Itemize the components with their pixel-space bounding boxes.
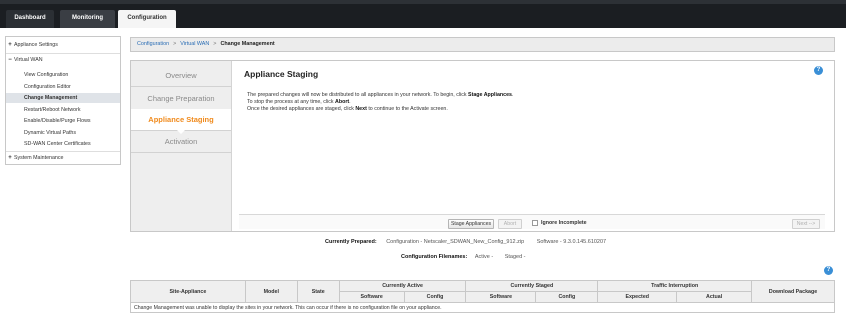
tree-item-flows[interactable]: Enable/Disable/Purge Flows xyxy=(6,116,120,126)
step-appliance-staging[interactable]: Appliance Staging xyxy=(131,109,231,134)
staging-action-bar: Stage Appliances Abort Ignore Incomplete… xyxy=(239,214,825,229)
ignore-incomplete-checkbox[interactable] xyxy=(532,220,538,226)
tree-item-center-certificates[interactable]: SD-WAN Center Certificates xyxy=(6,139,120,149)
change-management-panel: Overview Change Preparation Appliance St… xyxy=(130,60,835,232)
table-row: Change Management was unable to display … xyxy=(130,302,835,313)
breadcrumb-separator: > xyxy=(173,41,177,47)
top-nav-edge xyxy=(0,0,846,4)
help-icon[interactable]: ? xyxy=(824,266,833,275)
tab-monitoring[interactable]: Monitoring xyxy=(60,10,115,28)
col-state[interactable]: State xyxy=(296,280,340,303)
instruction-text: The prepared changes will now be distrib… xyxy=(247,92,469,98)
empty-table-message: Change Management was unable to display … xyxy=(130,302,835,313)
breadcrumb: Configuration > Virtual WAN > Change Managem… xyxy=(130,37,835,52)
col-currently-active: Currently Active xyxy=(338,280,467,292)
config-nav-tree: + Appliance Settings − Virtual WAN View Co… xyxy=(5,36,121,165)
col-model[interactable]: Model xyxy=(244,280,298,303)
step-activation[interactable]: Activation xyxy=(131,131,231,153)
staging-instructions: The prepared changes will now be distrib… xyxy=(247,92,767,113)
breadcrumb-configuration[interactable]: Configuration xyxy=(137,41,169,47)
breadcrumb-virtual-wan[interactable]: Virtual WAN xyxy=(180,41,209,47)
tab-dashboard[interactable]: Dashboard xyxy=(6,10,54,28)
col-expected[interactable]: Expected xyxy=(597,291,678,303)
tree-item-dynamic-virtual-paths[interactable]: Dynamic Virtual Paths xyxy=(6,128,120,138)
col-download-package[interactable]: Download Package xyxy=(751,280,835,303)
col-traffic-interruption: Traffic Interruption xyxy=(597,280,753,292)
instruction-emphasis: Next xyxy=(355,106,367,112)
collapse-minus-icon[interactable]: − xyxy=(6,55,14,65)
instruction-line-3: Once the desired appliances are staged, … xyxy=(247,106,767,113)
ignore-incomplete-label: Ignore Incomplete xyxy=(541,220,587,226)
prepared-software: Software - 9.3.0.145.610207 xyxy=(536,239,607,245)
instruction-line-2: To stop the process at any time, click A… xyxy=(247,99,767,106)
abort-button[interactable]: Abort xyxy=(498,219,522,229)
tree-divider xyxy=(6,53,120,54)
top-nav-bar: Dashboard Monitoring Configuration xyxy=(0,0,846,28)
prepared-config: Configuration - Netscaler_SDWAN_New_Conf… xyxy=(386,239,525,245)
col-staged-software[interactable]: Software xyxy=(465,291,537,303)
table-header-row: Site-Appliance Model State Currently Act… xyxy=(130,280,835,303)
sites-table: Site-Appliance Model State Currently Act… xyxy=(130,280,835,313)
stage-appliances-button[interactable]: Stage Appliances xyxy=(448,219,494,229)
help-icon[interactable]: ? xyxy=(814,66,823,75)
tree-item-view-configuration[interactable]: View Configuration xyxy=(6,70,120,80)
tree-item-label: Virtual WAN xyxy=(14,57,43,63)
breadcrumb-separator: > xyxy=(213,41,217,47)
instruction-text: . xyxy=(349,99,351,105)
tree-item-change-management[interactable]: Change Management xyxy=(6,93,120,103)
tree-divider xyxy=(6,151,120,152)
instruction-line-1: The prepared changes will now be distrib… xyxy=(247,92,767,99)
instruction-emphasis: Stage Appliances xyxy=(468,92,512,98)
expand-plus-icon[interactable]: + xyxy=(6,40,14,50)
config-filenames-label: Configuration Filenames: xyxy=(401,254,468,260)
col-currently-staged: Currently Staged xyxy=(465,280,599,292)
config-filenames-line: Configuration Filenames: Active - Staged… xyxy=(401,254,526,260)
tree-item-configuration-editor[interactable]: Configuration Editor xyxy=(6,82,120,92)
step-overview[interactable]: Overview xyxy=(131,65,231,87)
step-label: Appliance Staging xyxy=(148,115,214,124)
col-active-config[interactable]: Config xyxy=(403,291,467,303)
breadcrumb-current: Change Management xyxy=(220,41,275,47)
active-filename: Active - xyxy=(474,254,494,260)
col-active-software[interactable]: Software xyxy=(338,291,405,303)
col-staged-config[interactable]: Config xyxy=(535,291,599,303)
instruction-text: to continue to the Activate screen. xyxy=(366,106,448,112)
next-button[interactable]: Next --> xyxy=(792,219,820,229)
col-site-appliance[interactable]: Site-Appliance xyxy=(130,280,246,303)
staged-filename: Staged - xyxy=(504,254,526,260)
currently-prepared-line: Currently Prepared: Configuration - Nets… xyxy=(325,239,606,245)
tree-item-system-maintenance[interactable]: + System Maintenance xyxy=(6,153,120,163)
instruction-emphasis: Abort xyxy=(335,99,350,105)
instruction-text: Once the desired appliances are staged, … xyxy=(247,106,356,112)
tree-item-appliance-settings[interactable]: + Appliance Settings xyxy=(6,40,120,50)
page-title: Appliance Staging xyxy=(244,69,319,79)
tree-item-restart-reboot[interactable]: Restart/Reboot Network xyxy=(6,105,120,115)
col-actual[interactable]: Actual xyxy=(676,291,753,303)
instruction-text: . xyxy=(512,92,514,98)
currently-prepared-label: Currently Prepared: xyxy=(325,239,377,245)
wizard-steps: Overview Change Preparation Appliance St… xyxy=(131,61,232,231)
step-change-preparation[interactable]: Change Preparation xyxy=(131,88,231,110)
tree-item-label: Appliance Settings xyxy=(14,42,58,48)
tree-item-label: System Maintenance xyxy=(14,155,64,161)
expand-plus-icon[interactable]: + xyxy=(6,153,14,163)
tab-configuration[interactable]: Configuration xyxy=(118,10,176,28)
tree-item-virtual-wan[interactable]: − Virtual WAN xyxy=(6,55,120,65)
instruction-text: To stop the process at any time, click xyxy=(247,99,336,105)
